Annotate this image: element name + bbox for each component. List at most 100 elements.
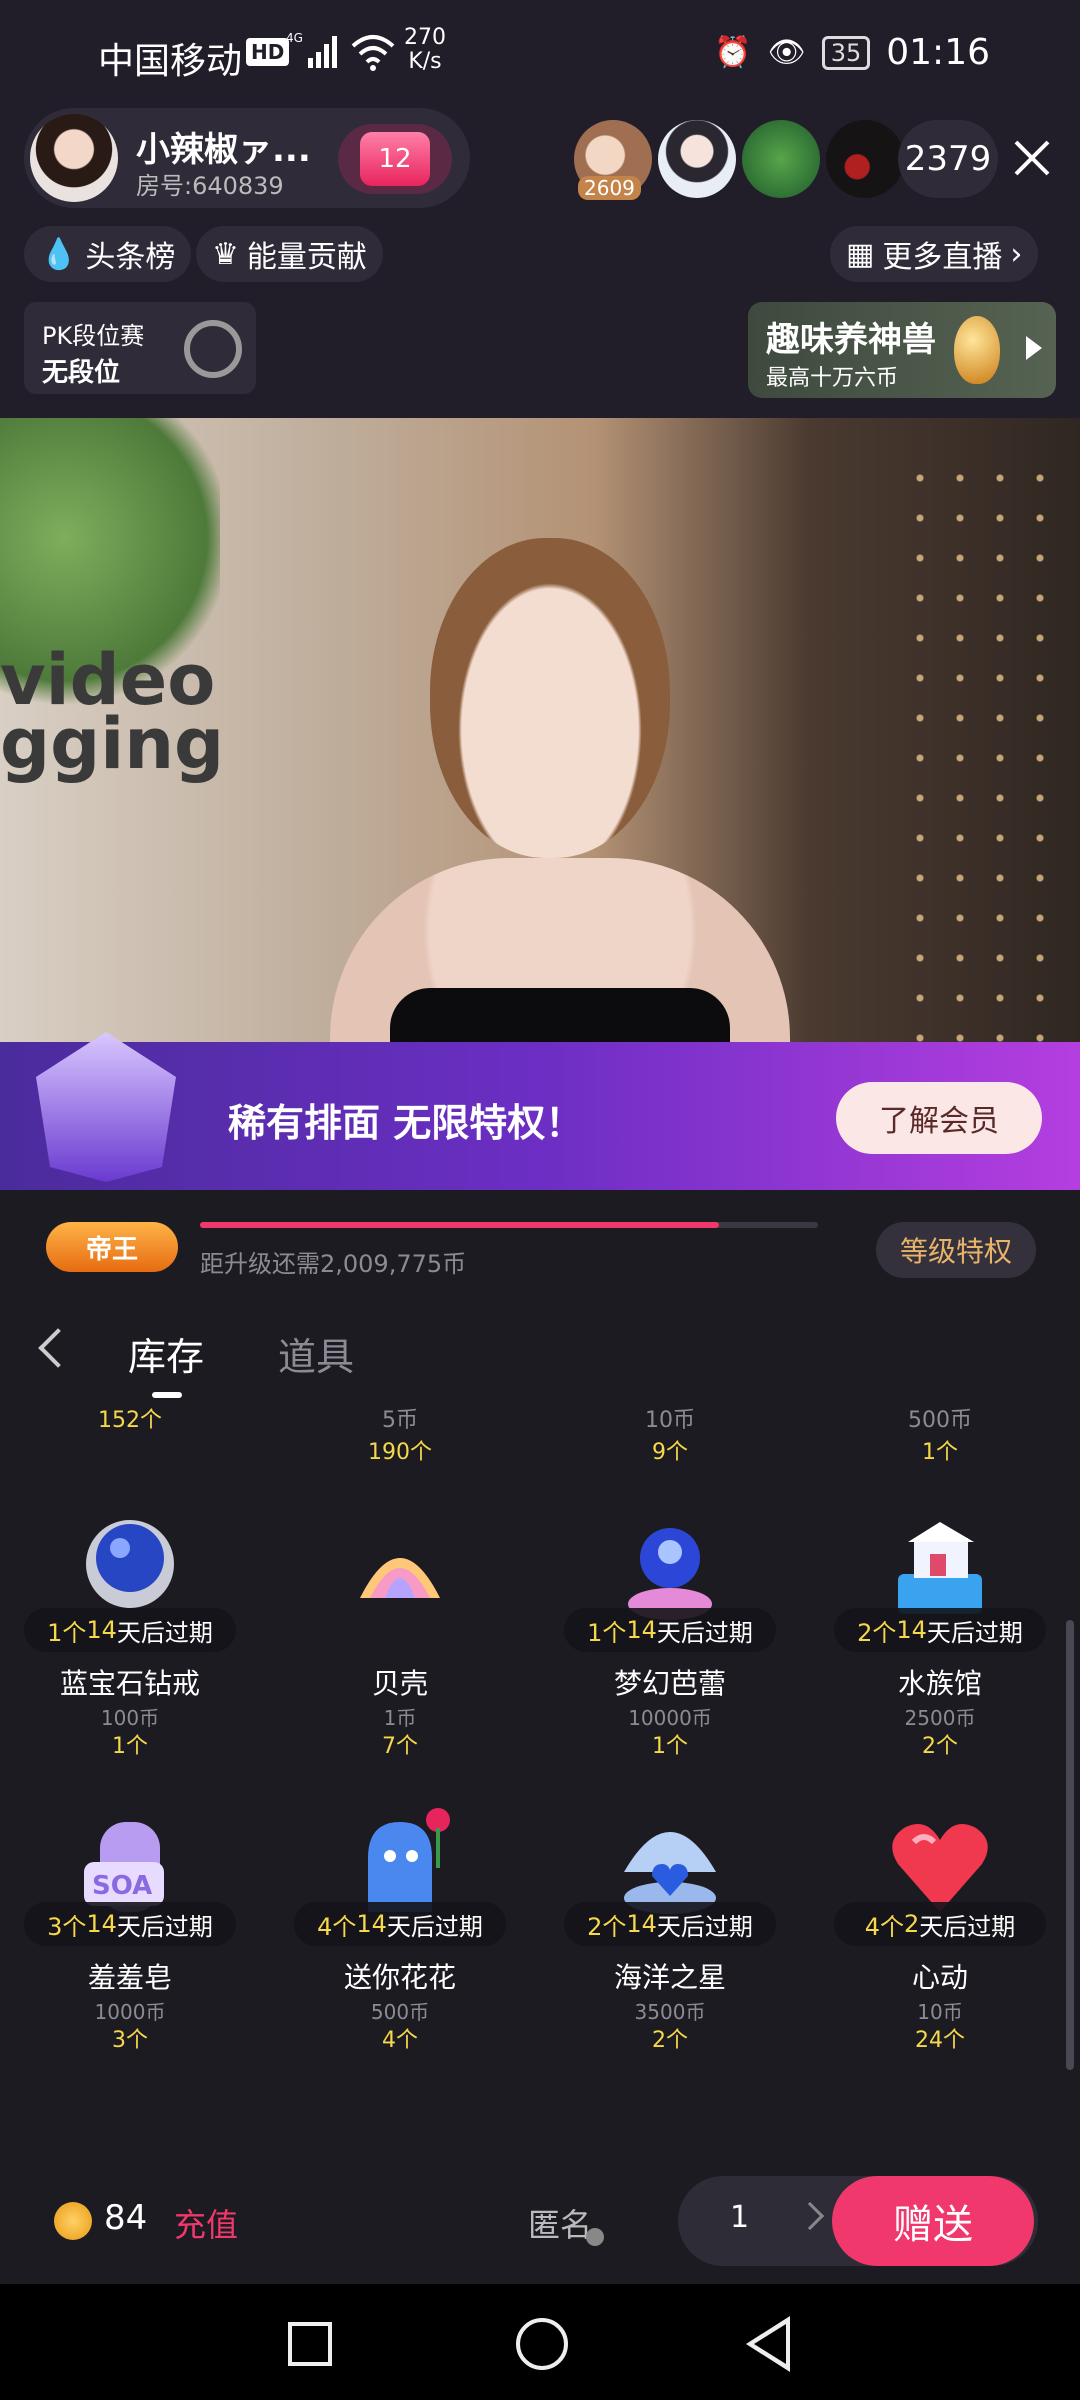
gift-name: 梦幻芭蕾	[613, 1667, 726, 1700]
clock: 01:16	[886, 32, 990, 73]
pk-rank: 无段位	[42, 358, 121, 388]
viewer-avatars: 2609	[574, 120, 904, 200]
home-icon[interactable]	[516, 2318, 568, 2370]
gift-price: 10币	[917, 2000, 963, 2024]
gift-quantity: 2个	[922, 1734, 958, 1759]
hd-icon: HD	[246, 38, 290, 66]
tab-props[interactable]: 道具	[278, 1326, 354, 1381]
gift-cell[interactable]: 4个 14 天后过期 送你花花 500币 4个	[290, 1796, 510, 2092]
viewer-avatar[interactable]: 2609	[574, 120, 652, 200]
gift-quantity: 3个	[112, 2028, 148, 2053]
status-bar: 中国移动 HD 4G 270 K/s ⏰ 👁 35 01:16	[0, 22, 1080, 88]
back-icon[interactable]	[746, 2316, 790, 2372]
viewer-avatar[interactable]	[742, 120, 820, 198]
chevron-right-icon: ›	[1010, 236, 1023, 272]
level-privilege-button[interactable]: 等级特权	[876, 1222, 1036, 1278]
gift-cell[interactable]: 贝壳 1币 7个	[290, 1502, 510, 1798]
expiry-days: 14	[626, 1910, 657, 1938]
gift-quantity: 1个	[922, 1440, 958, 1465]
viewer-badge: 2609	[578, 176, 641, 200]
gift-name: 羞羞皂	[87, 1961, 172, 1994]
anonymous-toggle-icon[interactable]	[586, 2228, 604, 2246]
viewer-avatar[interactable]	[826, 120, 904, 198]
expiry-days: 14	[896, 1616, 927, 1644]
close-icon[interactable]	[1010, 136, 1054, 180]
anchor-name: 小辣椒ァ...	[136, 130, 311, 170]
expiry-count: 1个	[47, 1618, 87, 1647]
pk-rank-card[interactable]: PK段位赛 无段位	[24, 302, 256, 394]
scrollbar[interactable]	[1066, 1620, 1074, 2070]
play-icon	[1026, 336, 1042, 360]
expiry-badge: 3个 14 天后过期	[24, 1902, 236, 1946]
gift-cell-partial[interactable]: 10币 9个	[570, 1402, 770, 1466]
viewer-avatar[interactable]	[658, 120, 736, 198]
viewer-count[interactable]: 2379	[898, 120, 998, 198]
anonymous-toggle[interactable]: 匿名	[528, 2200, 592, 2246]
expiry-count: 3个	[47, 1912, 87, 1941]
gift-name: 海洋之星	[613, 1961, 726, 1994]
chevron-right-icon[interactable]	[795, 2201, 825, 2231]
learn-vip-button[interactable]: 了解会员	[836, 1082, 1042, 1154]
fun-pet-card[interactable]: 趣味养神兽 最高十万六币	[748, 302, 1056, 398]
headline-label: 头条榜	[85, 240, 176, 275]
recent-apps-icon[interactable]	[288, 2322, 332, 2366]
gift-quantity: 4个	[382, 2028, 418, 2053]
background-sign: video gging	[0, 639, 225, 785]
tab-inventory[interactable]: 库存	[128, 1326, 204, 1381]
gift-price: 2500币	[904, 1706, 976, 1730]
battery-icon: 35	[821, 35, 871, 70]
gift-price: 500币	[908, 1408, 972, 1433]
svg-text:4G: 4G	[286, 31, 303, 45]
gift-cell[interactable]: 2个 14 天后过期海洋之星 3500币 2个	[560, 1796, 780, 2092]
gift-cell-partial[interactable]: 152个	[30, 1402, 230, 1434]
drop-icon: 💧	[40, 236, 78, 272]
recharge-button[interactable]: 充值	[174, 2200, 238, 2246]
expiry-badge: 2个 14 天后过期	[564, 1902, 776, 1946]
alarm-icon: ⏰	[714, 35, 752, 70]
follow-heart-button[interactable]: 12	[338, 124, 452, 194]
crown-icon: ♛	[212, 236, 239, 272]
expiry-days: 2	[904, 1910, 920, 1938]
gift-cell[interactable]: 4个 2 天后过期 心动 10币 24个	[830, 1796, 1050, 2092]
energy-chip[interactable]: ♛ 能量贡献	[196, 226, 383, 282]
gift-cell-partial[interactable]: 500币 1个	[840, 1402, 1040, 1466]
send-button[interactable]: 赠送	[832, 2176, 1034, 2266]
vip-banner[interactable]: 稀有排面 无限特权！ 了解会员	[0, 1032, 1080, 1190]
gift-quantity: 2个	[652, 2028, 688, 2053]
expiry-suffix: 天后过期	[919, 1912, 1016, 1941]
headline-chip[interactable]: 💧 头条榜	[24, 226, 192, 282]
gift-quantity: 1个	[652, 1734, 688, 1759]
anchor-card[interactable]: 小辣椒ァ... 房号:640839 12	[24, 108, 470, 208]
wifi-icon	[351, 35, 395, 71]
quantity-value: 1	[730, 2200, 750, 2235]
gift-cell[interactable]: 1个 14 天后过期 蓝宝石钻戒 100币 1个	[20, 1502, 240, 1798]
fun-subtitle: 最高十万六币	[766, 366, 899, 391]
back-chevron-icon[interactable]	[38, 1328, 78, 1368]
gift-cell[interactable]: 1个 14 天后过期 梦幻芭蕾 10000币 1个	[560, 1502, 780, 1798]
gift-quantity: 24个	[915, 2028, 965, 2053]
more-live-chip[interactable]: ▦ 更多直播 ›	[830, 226, 1039, 282]
pk-title: PK段位赛	[42, 322, 145, 350]
signal-icon: 4G	[286, 31, 337, 68]
coin-balance: 84	[104, 2198, 148, 2238]
gift-price: 10000币	[628, 1706, 712, 1730]
expiry-count: 4个	[864, 1912, 904, 1941]
gift-name: 蓝宝石钻戒	[59, 1667, 200, 1700]
anchor-avatar[interactable]	[30, 114, 118, 202]
svg-text:SOA: SOA	[92, 1871, 152, 1901]
expiry-suffix: 天后过期	[116, 1618, 213, 1647]
gift-price: 10币	[645, 1408, 695, 1433]
expiry-badge: 1个 14 天后过期	[24, 1608, 236, 1652]
string-lights	[900, 458, 1060, 1078]
tab-indicator	[152, 1392, 182, 1398]
expiry-badge: 4个 2 天后过期	[834, 1902, 1046, 1946]
gift-cell-partial[interactable]: 5币 190个	[300, 1402, 500, 1466]
gift-price: 3500币	[634, 2000, 706, 2024]
bottom-bar: 84 充值 匿名 1 赠送	[0, 2120, 1080, 2284]
expiry-days: 14	[626, 1616, 657, 1644]
gift-row-partial: 152个 5币 190个 10币 9个 500币 1个	[0, 1402, 1060, 1482]
egg-icon	[954, 316, 1000, 384]
expiry-days: 14	[356, 1910, 387, 1938]
gift-cell[interactable]: SOA 3个 14 天后过期 羞羞皂 1000币 3个	[20, 1796, 240, 2092]
gift-cell[interactable]: 2个 14 天后过期 水族馆 2500币 2个	[830, 1502, 1050, 1798]
